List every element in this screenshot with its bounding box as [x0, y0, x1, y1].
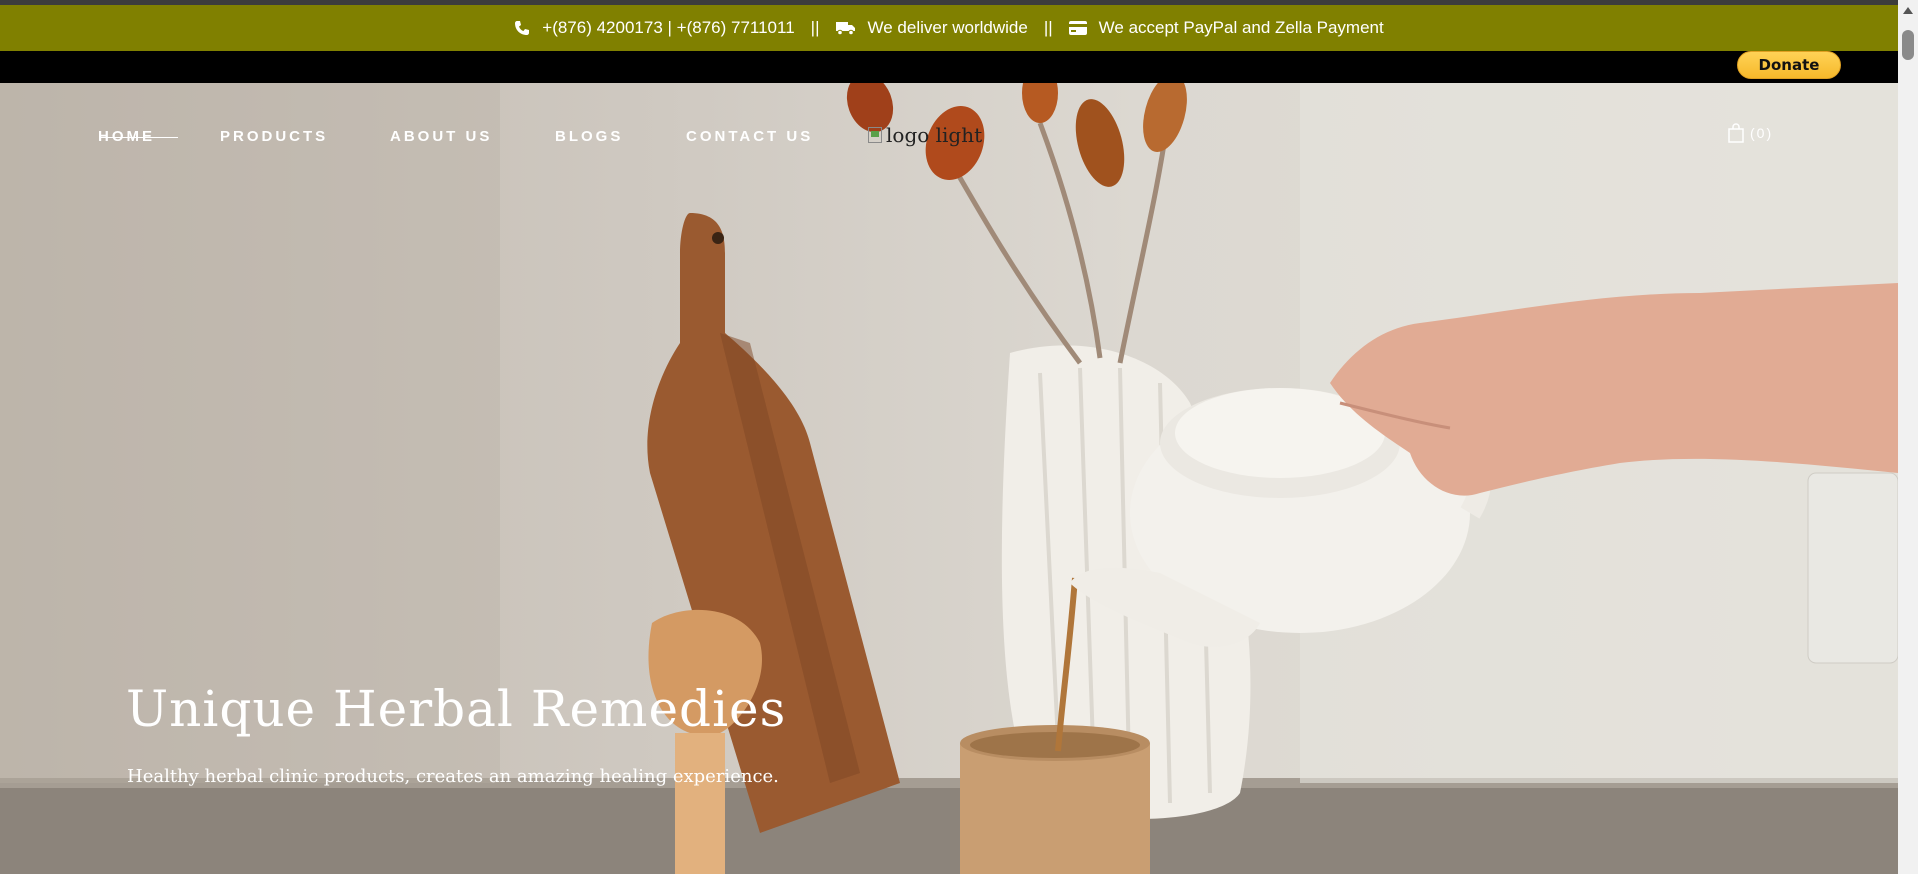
- nav-item-products[interactable]: PRODUCTS: [220, 128, 328, 145]
- cart-button[interactable]: (0): [1728, 123, 1773, 143]
- info-separator: ||: [810, 18, 820, 37]
- phone-numbers: +(876) 4200173 | +(876) 7711011: [542, 18, 795, 37]
- scrollbar-thumb[interactable]: [1902, 30, 1914, 60]
- donate-bar: [0, 51, 1898, 83]
- cart-count: (0): [1750, 125, 1774, 141]
- payment-text: We accept PayPal and Zella Payment: [1098, 18, 1384, 37]
- truck-icon: [835, 22, 855, 36]
- delivery-group: We deliver worldwide: [835, 18, 1028, 38]
- hero-title: Unique Herbal Remedies: [126, 680, 787, 738]
- phone-icon: [515, 21, 530, 35]
- hero-section: HOME PRODUCTS ABOUT US BLOGS CONTACT US …: [0, 83, 1898, 874]
- nav-item-blogs[interactable]: BLOGS: [555, 128, 623, 145]
- hero-background-image: [0, 83, 1898, 874]
- hero-subtitle: Healthy herbal clinic products, creates …: [127, 766, 779, 787]
- nav-item-contact-us[interactable]: CONTACT US: [686, 128, 813, 145]
- broken-image-icon: [868, 127, 882, 143]
- active-nav-indicator: [100, 137, 178, 138]
- payment-group: We accept PayPal and Zella Payment: [1068, 18, 1384, 38]
- vertical-scrollbar[interactable]: [1898, 0, 1918, 874]
- donate-button[interactable]: Donate: [1737, 51, 1841, 79]
- credit-card-icon: [1068, 21, 1087, 35]
- delivery-text: We deliver worldwide: [867, 18, 1028, 37]
- phone-group: +(876) 4200173 | +(876) 7711011: [514, 18, 795, 38]
- nav-item-about-us[interactable]: ABOUT US: [390, 128, 492, 145]
- site-logo[interactable]: logo light: [868, 123, 982, 147]
- shopping-bag-icon: [1728, 123, 1744, 143]
- scroll-up-arrow-icon[interactable]: [1903, 7, 1913, 14]
- logo-alt-text: logo light: [886, 123, 983, 147]
- info-separator: ||: [1043, 18, 1053, 37]
- top-info-bar: +(876) 4200173 | +(876) 7711011 || We de…: [0, 5, 1898, 51]
